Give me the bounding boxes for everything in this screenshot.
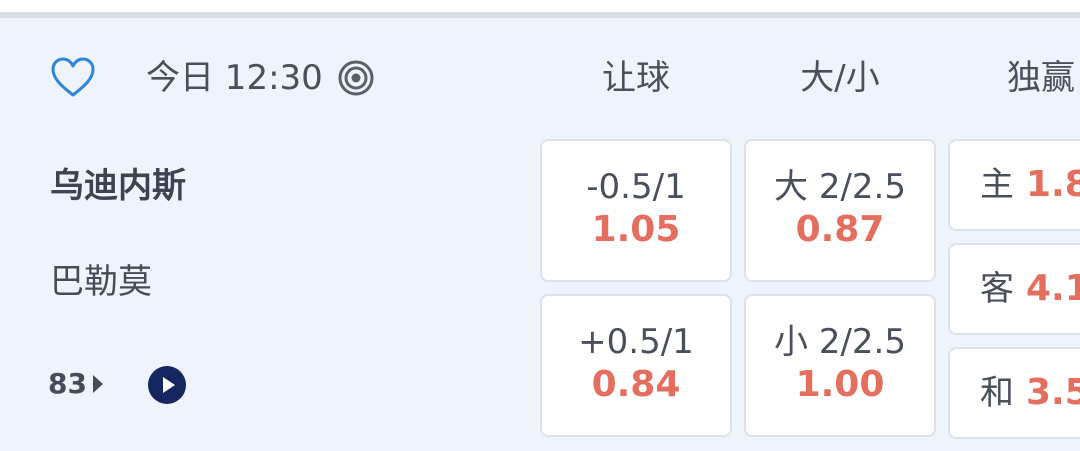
under-odds-button[interactable]: 小 2/2.5 1.00 bbox=[744, 294, 936, 437]
moneyline-away-price: 4.1 bbox=[1026, 268, 1080, 309]
top-strip bbox=[0, 0, 1080, 12]
away-team-name: 巴勒莫 bbox=[50, 262, 152, 302]
moneyline-draw-label: 和 bbox=[980, 373, 1014, 413]
moneyline-home-label: 主 bbox=[980, 165, 1014, 205]
home-team-name: 乌迪内斯 bbox=[50, 166, 186, 206]
moneyline-home-price: 1.8 bbox=[1026, 164, 1080, 205]
under-line: 小 2/2.5 bbox=[774, 322, 906, 362]
over-price: 0.87 bbox=[795, 209, 885, 250]
match-time: 今日 12:30 bbox=[146, 58, 323, 98]
handicap-away-price: 0.84 bbox=[591, 364, 681, 405]
moneyline-home-button[interactable]: 主 1.8 bbox=[948, 139, 1080, 231]
column-header-handicap: 让球 bbox=[602, 58, 670, 98]
column-header-moneyline: 独赢 bbox=[1007, 58, 1075, 98]
moneyline-away-button[interactable]: 客 4.1 bbox=[948, 243, 1080, 335]
top-divider bbox=[0, 12, 1080, 18]
column-header-over-under: 大/小 bbox=[800, 58, 880, 98]
favorite-heart-icon[interactable] bbox=[50, 55, 96, 101]
handicap-home-line: -0.5/1 bbox=[586, 167, 686, 207]
more-markets-count: 83 bbox=[48, 367, 87, 400]
handicap-away-line: +0.5/1 bbox=[578, 322, 694, 362]
moneyline-away-label: 客 bbox=[980, 269, 1014, 309]
handicap-home-odds-button[interactable]: -0.5/1 1.05 bbox=[540, 139, 732, 282]
handicap-away-odds-button[interactable]: +0.5/1 0.84 bbox=[540, 294, 732, 437]
under-price: 1.00 bbox=[795, 364, 885, 405]
over-odds-button[interactable]: 大 2/2.5 0.87 bbox=[744, 139, 936, 282]
arrow-right-icon bbox=[92, 375, 103, 393]
handicap-home-price: 1.05 bbox=[591, 209, 681, 250]
play-icon[interactable] bbox=[148, 366, 186, 404]
over-line: 大 2/2.5 bbox=[774, 167, 906, 207]
live-target-icon[interactable] bbox=[337, 59, 375, 97]
more-markets-button[interactable]: 83 bbox=[48, 366, 103, 402]
moneyline-draw-button[interactable]: 和 3.5 bbox=[948, 347, 1080, 439]
moneyline-draw-price: 3.5 bbox=[1026, 372, 1080, 413]
